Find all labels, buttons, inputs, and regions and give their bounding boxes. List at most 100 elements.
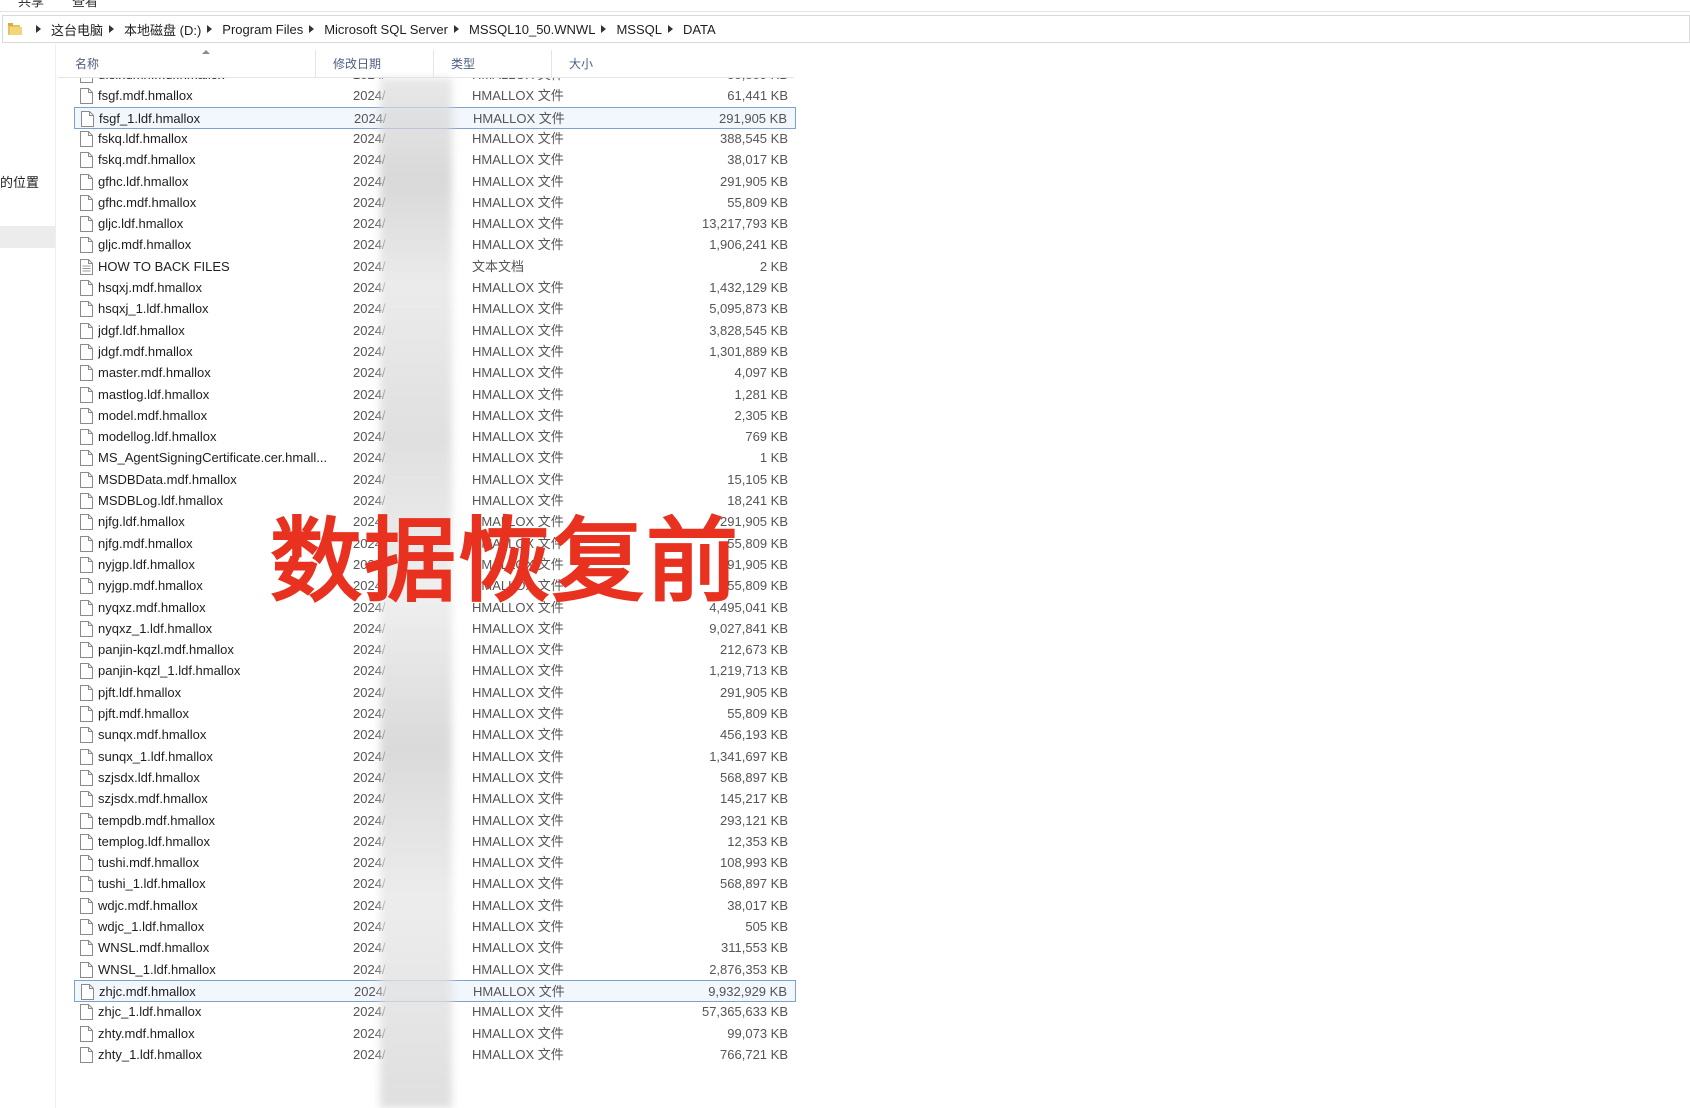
file-type: HMALLOX 文件	[472, 961, 564, 977]
file-type: HMALLOX 文件	[472, 791, 564, 807]
file-size: 1,432,129 KB	[709, 280, 788, 295]
file-icon	[80, 429, 93, 446]
breadcrumb-mssql[interactable]: MSSQL	[616, 22, 662, 37]
file-type: HMALLOX 文件	[472, 322, 564, 338]
file-name: pjft.ldf.hmallox	[98, 684, 182, 700]
file-icon	[80, 343, 93, 360]
file-icon	[80, 556, 93, 573]
file-type: HMALLOX 文件	[472, 471, 564, 487]
file-name: pjft.mdf.hmallox	[98, 706, 190, 721]
file-size: 291,905 KB	[720, 684, 788, 700]
file-icon	[80, 322, 93, 339]
file-type: HMALLOX 文件	[472, 684, 564, 700]
file-icon	[80, 280, 93, 296]
ribbon-tab-share[interactable]: 共享	[18, 0, 44, 10]
file-icon	[80, 684, 93, 701]
chevron-right-icon[interactable]	[667, 25, 673, 33]
file-name: nyqxz_1.ldf.hmallox	[98, 620, 213, 636]
breadcrumb-instance[interactable]: MSSQL10_50.WNWL	[469, 22, 595, 37]
ribbon-tab-view[interactable]: 查看	[72, 0, 98, 10]
file-name: zhjc_1.ldf.hmallox	[98, 1004, 202, 1020]
chevron-right-icon[interactable]	[109, 25, 115, 33]
file-icon	[80, 1025, 93, 1042]
file-icon	[80, 940, 93, 957]
file-name: fsgf.mdf.hmallox	[98, 88, 193, 104]
file-type: HMALLOX 文件	[472, 855, 564, 871]
chevron-right-icon[interactable]	[207, 25, 213, 33]
file-icon	[80, 78, 93, 83]
file-name: model.mdf.hmallox	[98, 407, 208, 423]
file-type: HMALLOX 文件	[472, 812, 564, 828]
chevron-right-icon[interactable]	[309, 25, 315, 33]
file-type: HMALLOX 文件	[472, 429, 564, 445]
file-size: 38,017 KB	[727, 152, 788, 168]
file-icon	[80, 642, 93, 659]
file-size: 291,905 KB	[720, 173, 788, 189]
address-bar[interactable]: 这台电脑 本地磁盘 (D:) Program Files Microsoft S…	[2, 15, 1690, 43]
breadcrumb-this-pc[interactable]: 这台电脑	[51, 20, 103, 39]
file-icon	[80, 833, 93, 850]
chevron-right-icon[interactable]	[601, 25, 607, 33]
file-name: fsgf_1.ldf.hmallox	[99, 110, 201, 126]
file-type: HMALLOX 文件	[472, 301, 564, 317]
file-type: HMALLOX 文件	[472, 450, 564, 466]
file-type: HMALLOX 文件	[472, 833, 564, 849]
column-size[interactable]: 大小	[552, 50, 735, 78]
file-type: HMALLOX 文件	[473, 110, 565, 126]
file-name: WNSL_1.ldf.hmallox	[98, 961, 216, 977]
breadcrumb-sql-server[interactable]: Microsoft SQL Server	[324, 22, 448, 37]
file-type: HMALLOX 文件	[472, 88, 564, 104]
file-name: sunqx_1.ldf.hmallox	[98, 748, 213, 764]
file-name: hsqxj_1.ldf.hmallox	[98, 301, 209, 317]
file-size: 9,027,841 KB	[709, 620, 788, 636]
file-icon	[80, 769, 93, 786]
folder-icon	[7, 21, 24, 37]
file-size: 291,905 KB	[719, 110, 787, 126]
file-icon	[80, 748, 93, 765]
file-icon	[81, 983, 94, 1000]
file-size: 1,341,697 KB	[709, 748, 788, 764]
file-size: 38,017 KB	[727, 897, 788, 913]
file-icon	[80, 471, 93, 488]
file-size: 13,217,793 KB	[701, 216, 788, 232]
breadcrumb-program-files[interactable]: Program Files	[222, 22, 303, 37]
nav-item-selected[interactable]	[0, 226, 55, 248]
chevron-right-icon[interactable]	[454, 25, 459, 33]
column-type[interactable]: 类型	[434, 50, 552, 78]
nav-item-locations[interactable]: 的位置	[0, 172, 39, 191]
file-size: 388,545 KB	[720, 130, 788, 146]
breadcrumb-data[interactable]: DATA	[683, 22, 716, 37]
file-icon	[80, 493, 93, 509]
column-name[interactable]: 名称	[58, 50, 316, 78]
file-size: 505 KB	[745, 919, 788, 934]
breadcrumb-local-disk[interactable]: 本地磁盘 (D:)	[124, 20, 201, 39]
file-icon	[80, 706, 93, 722]
file-type: HMALLOX 文件	[472, 1025, 564, 1041]
file-name: gljc.mdf.hmallox	[98, 237, 192, 253]
file-size: 1,906,241 KB	[709, 237, 788, 253]
column-date-modified[interactable]: 修改日期	[316, 50, 434, 78]
file-size: 766,721 KB	[720, 1046, 788, 1062]
file-size: 61,441 KB	[727, 88, 788, 104]
file-icon	[80, 961, 93, 978]
file-icon	[80, 194, 93, 211]
file-size: 12,353 KB	[727, 833, 788, 849]
column-header: 名称 修改日期 类型 大小	[58, 50, 794, 78]
file-name: szjsdx.ldf.hmallox	[98, 769, 200, 785]
file-size: 145,217 KB	[720, 791, 788, 807]
file-type: HMALLOX 文件	[472, 620, 564, 636]
file-size: 1,301,889 KB	[709, 343, 788, 359]
file-icon	[80, 216, 93, 233]
file-size: 4,097 KB	[734, 365, 789, 381]
chevron-right-icon[interactable]	[36, 25, 41, 33]
file-name: sunqx.mdf.hmallox	[98, 727, 207, 743]
file-name: jdgf.mdf.hmallox	[98, 343, 193, 359]
file-size: 55,809 KB	[727, 194, 788, 210]
file-icon	[80, 173, 93, 190]
file-name: panjin-kqzl.mdf.hmallox	[98, 642, 234, 658]
file-type: HMALLOX 文件	[472, 1046, 564, 1062]
file-icon	[80, 727, 93, 744]
file-size: 9,932,929 KB	[708, 983, 787, 999]
file-name: fskq.mdf.hmallox	[98, 152, 196, 168]
file-size: 212,673 KB	[720, 642, 788, 658]
